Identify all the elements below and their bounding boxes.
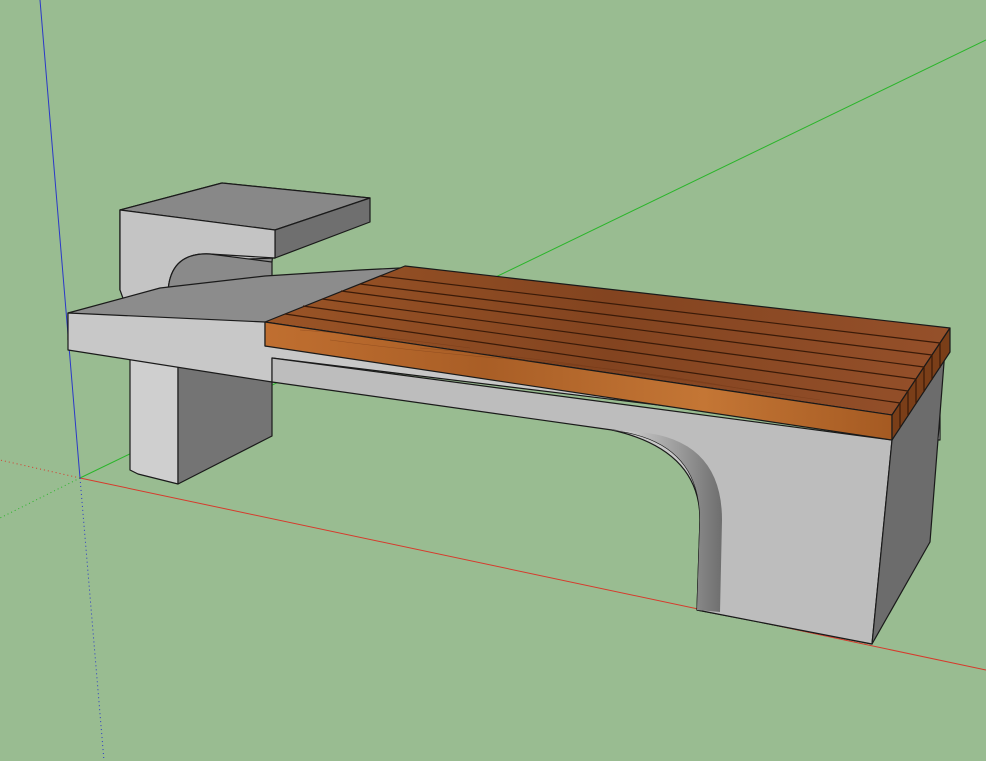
sketchup-viewport[interactable] — [0, 0, 986, 761]
modeling-canvas[interactable] — [0, 0, 986, 761]
leg-front-face — [129, 351, 179, 485]
